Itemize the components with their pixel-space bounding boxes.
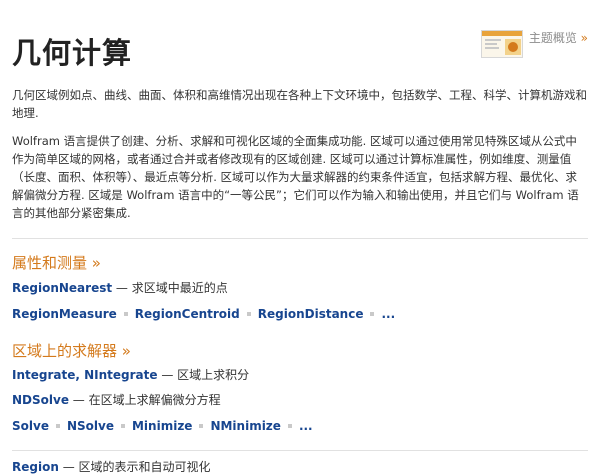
section-heading-solvers[interactable]: 区域上的求解器 » — [12, 340, 131, 361]
function-link-regiondistance[interactable]: RegionDistance — [258, 307, 364, 321]
function-link-region[interactable]: Region — [12, 460, 59, 474]
function-link-nsolve[interactable]: NSolve — [67, 419, 114, 433]
function-line: NDSolve — 在区域上求解偏微分方程 — [12, 392, 221, 408]
function-link-ndsolve[interactable]: NDSolve — [12, 393, 69, 407]
separator-square-icon — [199, 423, 204, 428]
section-heading-properties[interactable]: 属性和测量 » — [12, 252, 101, 273]
separator-square-icon — [287, 423, 292, 428]
function-description: — 区域上求积分 — [157, 368, 250, 382]
divider — [12, 450, 588, 451]
function-link-nintegrate[interactable]: NIntegrate — [84, 368, 157, 382]
overview-thumbnail — [480, 30, 523, 58]
function-link-regionnearest[interactable]: RegionNearest — [12, 281, 112, 295]
overview-label: 主题概览 — [528, 31, 577, 45]
page: 几何计算 主题概览 » 几何区域例如点、曲线、曲面、体积和高维情况出现在各种上下… — [12, 0, 588, 474]
separator-square-icon — [370, 311, 375, 316]
function-link-solve[interactable]: Solve — [12, 419, 49, 433]
separator-square-icon — [120, 423, 125, 428]
more-link[interactable]: ... — [381, 307, 395, 321]
function-line-partial: Region — 区域的表示和自动可视化 — [12, 459, 211, 475]
divider — [12, 238, 588, 239]
chevron-right-icon: » — [580, 31, 588, 45]
function-link-regionmeasure[interactable]: RegionMeasure — [12, 307, 117, 321]
page-title: 几何计算 — [12, 36, 133, 70]
more-link[interactable]: ... — [299, 419, 313, 433]
intro-paragraph-1: 几何区域例如点、曲线、曲面、体积和高维情况出现在各种上下文环境中，包括数学、工程… — [12, 88, 587, 120]
function-description: — 区域的表示和自动可视化 — [58, 460, 211, 474]
function-separator: , — [75, 368, 85, 382]
function-link-minimize[interactable]: Minimize — [132, 419, 192, 433]
function-link-regioncentroid[interactable]: RegionCentroid — [135, 307, 240, 321]
intro-paragraph-2: Wolfram 语言提供了创建、分析、求解和可视化区域的全面集成功能. 区域可以… — [12, 134, 579, 220]
overview-thumbnail-icon — [481, 31, 522, 55]
separator-square-icon — [246, 311, 251, 316]
separator-square-icon — [123, 311, 128, 316]
function-link-list: RegionMeasure RegionCentroid RegionDistanc… — [12, 306, 395, 322]
function-link-nminimize[interactable]: NMinimize — [210, 419, 281, 433]
function-description: — 在区域上求解偏微分方程 — [68, 393, 221, 407]
function-line: Integrate, NIntegrate — 区域上求积分 — [12, 367, 249, 383]
function-link-list: Solve NSolve Minimize NMinimize... — [12, 418, 313, 434]
separator-square-icon — [55, 423, 60, 428]
function-description: — 求区域中最近的点 — [112, 281, 228, 295]
topic-overview-link[interactable]: 主题概览 » — [480, 30, 588, 58]
function-line: RegionNearest — 求区域中最近的点 — [12, 280, 228, 296]
function-link-integrate[interactable]: Integrate — [12, 368, 75, 382]
